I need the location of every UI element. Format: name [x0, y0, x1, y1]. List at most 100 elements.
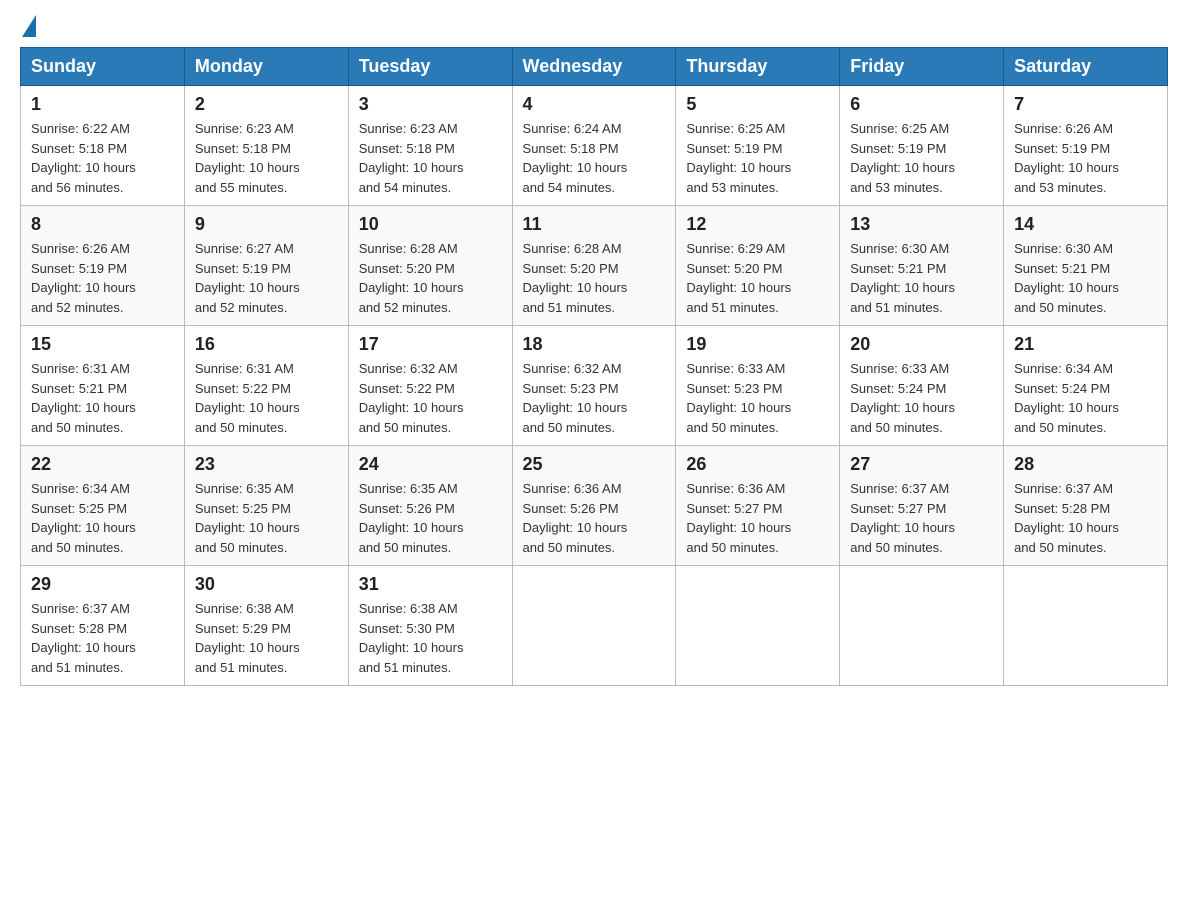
- calendar-cell: 27 Sunrise: 6:37 AMSunset: 5:27 PMDaylig…: [840, 446, 1004, 566]
- calendar-cell: 28 Sunrise: 6:37 AMSunset: 5:28 PMDaylig…: [1004, 446, 1168, 566]
- calendar-cell: 4 Sunrise: 6:24 AMSunset: 5:18 PMDayligh…: [512, 86, 676, 206]
- calendar-cell: 19 Sunrise: 6:33 AMSunset: 5:23 PMDaylig…: [676, 326, 840, 446]
- day-info: Sunrise: 6:32 AMSunset: 5:22 PMDaylight:…: [359, 359, 502, 437]
- calendar-cell: 16 Sunrise: 6:31 AMSunset: 5:22 PMDaylig…: [184, 326, 348, 446]
- day-number: 8: [31, 214, 174, 235]
- calendar-cell: 6 Sunrise: 6:25 AMSunset: 5:19 PMDayligh…: [840, 86, 1004, 206]
- calendar-cell: 13 Sunrise: 6:30 AMSunset: 5:21 PMDaylig…: [840, 206, 1004, 326]
- day-number: 3: [359, 94, 502, 115]
- day-number: 24: [359, 454, 502, 475]
- day-number: 28: [1014, 454, 1157, 475]
- header-monday: Monday: [184, 48, 348, 86]
- day-info: Sunrise: 6:34 AMSunset: 5:25 PMDaylight:…: [31, 479, 174, 557]
- day-info: Sunrise: 6:28 AMSunset: 5:20 PMDaylight:…: [523, 239, 666, 317]
- header-wednesday: Wednesday: [512, 48, 676, 86]
- header-thursday: Thursday: [676, 48, 840, 86]
- header-sunday: Sunday: [21, 48, 185, 86]
- calendar-cell: 11 Sunrise: 6:28 AMSunset: 5:20 PMDaylig…: [512, 206, 676, 326]
- calendar-cell: 26 Sunrise: 6:36 AMSunset: 5:27 PMDaylig…: [676, 446, 840, 566]
- day-info: Sunrise: 6:23 AMSunset: 5:18 PMDaylight:…: [359, 119, 502, 197]
- calendar-cell: 2 Sunrise: 6:23 AMSunset: 5:18 PMDayligh…: [184, 86, 348, 206]
- calendar-cell: 3 Sunrise: 6:23 AMSunset: 5:18 PMDayligh…: [348, 86, 512, 206]
- day-info: Sunrise: 6:34 AMSunset: 5:24 PMDaylight:…: [1014, 359, 1157, 437]
- day-number: 17: [359, 334, 502, 355]
- calendar-cell: 5 Sunrise: 6:25 AMSunset: 5:19 PMDayligh…: [676, 86, 840, 206]
- logo: [20, 20, 36, 37]
- calendar-cell: [1004, 566, 1168, 686]
- calendar-cell: 14 Sunrise: 6:30 AMSunset: 5:21 PMDaylig…: [1004, 206, 1168, 326]
- day-number: 26: [686, 454, 829, 475]
- day-info: Sunrise: 6:29 AMSunset: 5:20 PMDaylight:…: [686, 239, 829, 317]
- calendar-cell: 17 Sunrise: 6:32 AMSunset: 5:22 PMDaylig…: [348, 326, 512, 446]
- day-info: Sunrise: 6:30 AMSunset: 5:21 PMDaylight:…: [1014, 239, 1157, 317]
- day-number: 2: [195, 94, 338, 115]
- day-number: 23: [195, 454, 338, 475]
- day-info: Sunrise: 6:28 AMSunset: 5:20 PMDaylight:…: [359, 239, 502, 317]
- day-info: Sunrise: 6:31 AMSunset: 5:22 PMDaylight:…: [195, 359, 338, 437]
- day-info: Sunrise: 6:23 AMSunset: 5:18 PMDaylight:…: [195, 119, 338, 197]
- calendar-cell: [512, 566, 676, 686]
- day-info: Sunrise: 6:33 AMSunset: 5:23 PMDaylight:…: [686, 359, 829, 437]
- calendar-cell: 24 Sunrise: 6:35 AMSunset: 5:26 PMDaylig…: [348, 446, 512, 566]
- day-info: Sunrise: 6:37 AMSunset: 5:28 PMDaylight:…: [31, 599, 174, 677]
- day-number: 27: [850, 454, 993, 475]
- calendar-cell: 10 Sunrise: 6:28 AMSunset: 5:20 PMDaylig…: [348, 206, 512, 326]
- day-number: 15: [31, 334, 174, 355]
- day-number: 13: [850, 214, 993, 235]
- day-info: Sunrise: 6:26 AMSunset: 5:19 PMDaylight:…: [31, 239, 174, 317]
- calendar-cell: 20 Sunrise: 6:33 AMSunset: 5:24 PMDaylig…: [840, 326, 1004, 446]
- calendar-cell: 21 Sunrise: 6:34 AMSunset: 5:24 PMDaylig…: [1004, 326, 1168, 446]
- day-number: 29: [31, 574, 174, 595]
- calendar-cell: 22 Sunrise: 6:34 AMSunset: 5:25 PMDaylig…: [21, 446, 185, 566]
- day-number: 14: [1014, 214, 1157, 235]
- day-number: 21: [1014, 334, 1157, 355]
- day-number: 5: [686, 94, 829, 115]
- day-info: Sunrise: 6:36 AMSunset: 5:27 PMDaylight:…: [686, 479, 829, 557]
- day-info: Sunrise: 6:36 AMSunset: 5:26 PMDaylight:…: [523, 479, 666, 557]
- day-info: Sunrise: 6:35 AMSunset: 5:26 PMDaylight:…: [359, 479, 502, 557]
- week-row-2: 8 Sunrise: 6:26 AMSunset: 5:19 PMDayligh…: [21, 206, 1168, 326]
- page-header: [20, 20, 1168, 37]
- day-info: Sunrise: 6:22 AMSunset: 5:18 PMDaylight:…: [31, 119, 174, 197]
- day-number: 16: [195, 334, 338, 355]
- calendar-cell: 29 Sunrise: 6:37 AMSunset: 5:28 PMDaylig…: [21, 566, 185, 686]
- calendar-cell: 12 Sunrise: 6:29 AMSunset: 5:20 PMDaylig…: [676, 206, 840, 326]
- day-info: Sunrise: 6:38 AMSunset: 5:29 PMDaylight:…: [195, 599, 338, 677]
- header-friday: Friday: [840, 48, 1004, 86]
- day-number: 6: [850, 94, 993, 115]
- day-number: 9: [195, 214, 338, 235]
- header-saturday: Saturday: [1004, 48, 1168, 86]
- header-tuesday: Tuesday: [348, 48, 512, 86]
- calendar-cell: 8 Sunrise: 6:26 AMSunset: 5:19 PMDayligh…: [21, 206, 185, 326]
- day-number: 31: [359, 574, 502, 595]
- day-info: Sunrise: 6:37 AMSunset: 5:28 PMDaylight:…: [1014, 479, 1157, 557]
- week-row-3: 15 Sunrise: 6:31 AMSunset: 5:21 PMDaylig…: [21, 326, 1168, 446]
- calendar-cell: 7 Sunrise: 6:26 AMSunset: 5:19 PMDayligh…: [1004, 86, 1168, 206]
- day-info: Sunrise: 6:24 AMSunset: 5:18 PMDaylight:…: [523, 119, 666, 197]
- day-info: Sunrise: 6:33 AMSunset: 5:24 PMDaylight:…: [850, 359, 993, 437]
- day-number: 22: [31, 454, 174, 475]
- day-info: Sunrise: 6:31 AMSunset: 5:21 PMDaylight:…: [31, 359, 174, 437]
- day-number: 30: [195, 574, 338, 595]
- calendar-cell: 23 Sunrise: 6:35 AMSunset: 5:25 PMDaylig…: [184, 446, 348, 566]
- calendar-cell: 15 Sunrise: 6:31 AMSunset: 5:21 PMDaylig…: [21, 326, 185, 446]
- day-info: Sunrise: 6:35 AMSunset: 5:25 PMDaylight:…: [195, 479, 338, 557]
- day-info: Sunrise: 6:37 AMSunset: 5:27 PMDaylight:…: [850, 479, 993, 557]
- week-row-4: 22 Sunrise: 6:34 AMSunset: 5:25 PMDaylig…: [21, 446, 1168, 566]
- day-info: Sunrise: 6:30 AMSunset: 5:21 PMDaylight:…: [850, 239, 993, 317]
- calendar-cell: 31 Sunrise: 6:38 AMSunset: 5:30 PMDaylig…: [348, 566, 512, 686]
- day-number: 25: [523, 454, 666, 475]
- calendar-cell: 9 Sunrise: 6:27 AMSunset: 5:19 PMDayligh…: [184, 206, 348, 326]
- logo-triangle-icon: [22, 15, 36, 37]
- calendar-header-row: SundayMondayTuesdayWednesdayThursdayFrid…: [21, 48, 1168, 86]
- day-info: Sunrise: 6:25 AMSunset: 5:19 PMDaylight:…: [850, 119, 993, 197]
- day-number: 19: [686, 334, 829, 355]
- week-row-5: 29 Sunrise: 6:37 AMSunset: 5:28 PMDaylig…: [21, 566, 1168, 686]
- day-number: 12: [686, 214, 829, 235]
- day-info: Sunrise: 6:25 AMSunset: 5:19 PMDaylight:…: [686, 119, 829, 197]
- calendar-cell: [676, 566, 840, 686]
- calendar-cell: 30 Sunrise: 6:38 AMSunset: 5:29 PMDaylig…: [184, 566, 348, 686]
- day-number: 18: [523, 334, 666, 355]
- calendar-cell: 1 Sunrise: 6:22 AMSunset: 5:18 PMDayligh…: [21, 86, 185, 206]
- calendar-table: SundayMondayTuesdayWednesdayThursdayFrid…: [20, 47, 1168, 686]
